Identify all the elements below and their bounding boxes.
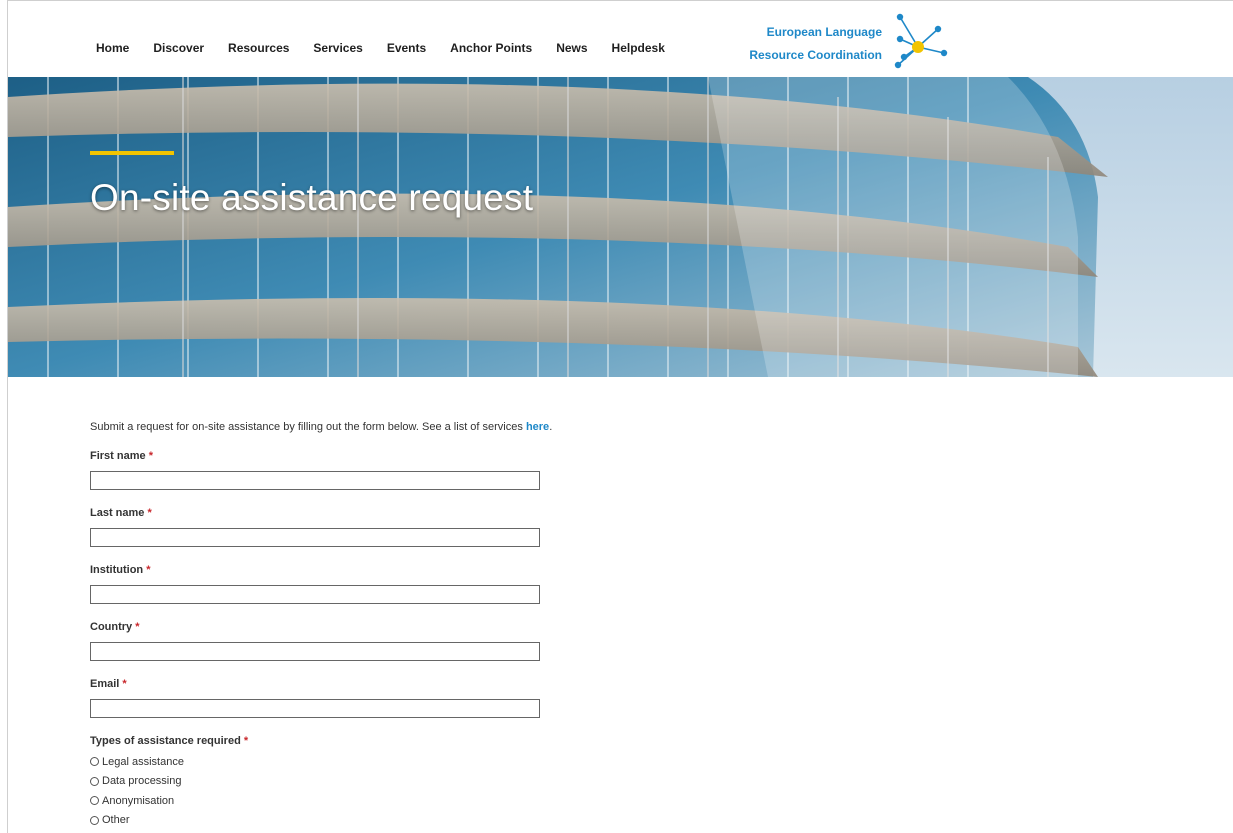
assistance-types-label: Types of assistance required * [90,735,790,747]
network-logo-icon[interactable] [888,11,948,71]
nav-item-news[interactable]: News [556,41,587,55]
first-name-field[interactable] [90,471,540,490]
institution-field[interactable] [90,585,540,604]
required-marker: * [148,450,153,462]
main-nav: Home Discover Resources Services Events … [96,41,689,55]
country-label-text: Country [90,621,133,633]
radio-data-processing[interactable]: Data processing [90,772,790,792]
form-content: Submit a request for on-site assistance … [90,421,790,830]
email-field[interactable] [90,699,540,718]
radio-circle-icon[interactable] [90,776,99,786]
required-marker: * [243,735,249,747]
intro-suffix: . [549,421,553,433]
required-marker: * [147,507,152,519]
last-name-field[interactable] [90,528,540,547]
site-logo-text[interactable]: European Language Resource Coordination [736,21,882,67]
nav-item-anchor-points[interactable]: Anchor Points [450,41,532,55]
email-label-text: Email [90,678,120,690]
nav-item-home[interactable]: Home [96,41,129,55]
building-facade-image [8,77,1233,377]
logo-line-1: European Language [766,25,882,39]
logo-line-2: Resource Coordination [749,48,882,62]
country-field[interactable] [90,642,540,661]
intro-text: Submit a request for on-site assistance … [90,421,790,433]
hero-accent-bar [90,151,174,155]
page-title: On-site assistance request [90,177,534,218]
radio-label: Anonymisation [102,794,175,807]
radio-label: Data processing [102,775,182,788]
radio-anonymisation[interactable]: Anonymisation [90,791,790,811]
nav-item-services[interactable]: Services [313,41,362,55]
nav-item-helpdesk[interactable]: Helpdesk [612,41,665,55]
radio-label: Legal assistance [102,755,184,768]
country-label: Country * [90,621,790,633]
last-name-label: Last name * [90,507,790,519]
nav-item-events[interactable]: Events [387,41,426,55]
services-link[interactable]: here [526,421,549,433]
site-header: Home Discover Resources Services Events … [8,1,1233,77]
first-name-label-text: First name [90,450,146,462]
radio-circle-icon[interactable] [90,796,99,806]
intro-body: Submit a request for on-site assistance … [90,421,526,433]
institution-label-text: Institution [90,564,144,576]
last-name-label-text: Last name [90,507,145,519]
first-name-label: First name * [90,450,790,462]
nav-item-resources[interactable]: Resources [228,41,289,55]
required-marker: * [122,678,127,690]
required-marker: * [146,564,151,576]
page-frame: Home Discover Resources Services Events … [7,0,1233,833]
email-label: Email * [90,678,790,690]
assistance-types-label-text: Types of assistance required [90,735,241,747]
radio-circle-icon[interactable] [90,815,99,825]
radio-legal-assistance[interactable]: Legal assistance [90,752,790,772]
hero-banner: On-site assistance request [8,77,1233,377]
radio-label: Other [102,814,130,827]
nav-item-discover[interactable]: Discover [153,41,204,55]
required-marker: * [135,621,140,633]
institution-label: Institution * [90,564,790,576]
radio-circle-icon[interactable] [90,757,99,767]
radio-other[interactable]: Other [90,811,790,831]
